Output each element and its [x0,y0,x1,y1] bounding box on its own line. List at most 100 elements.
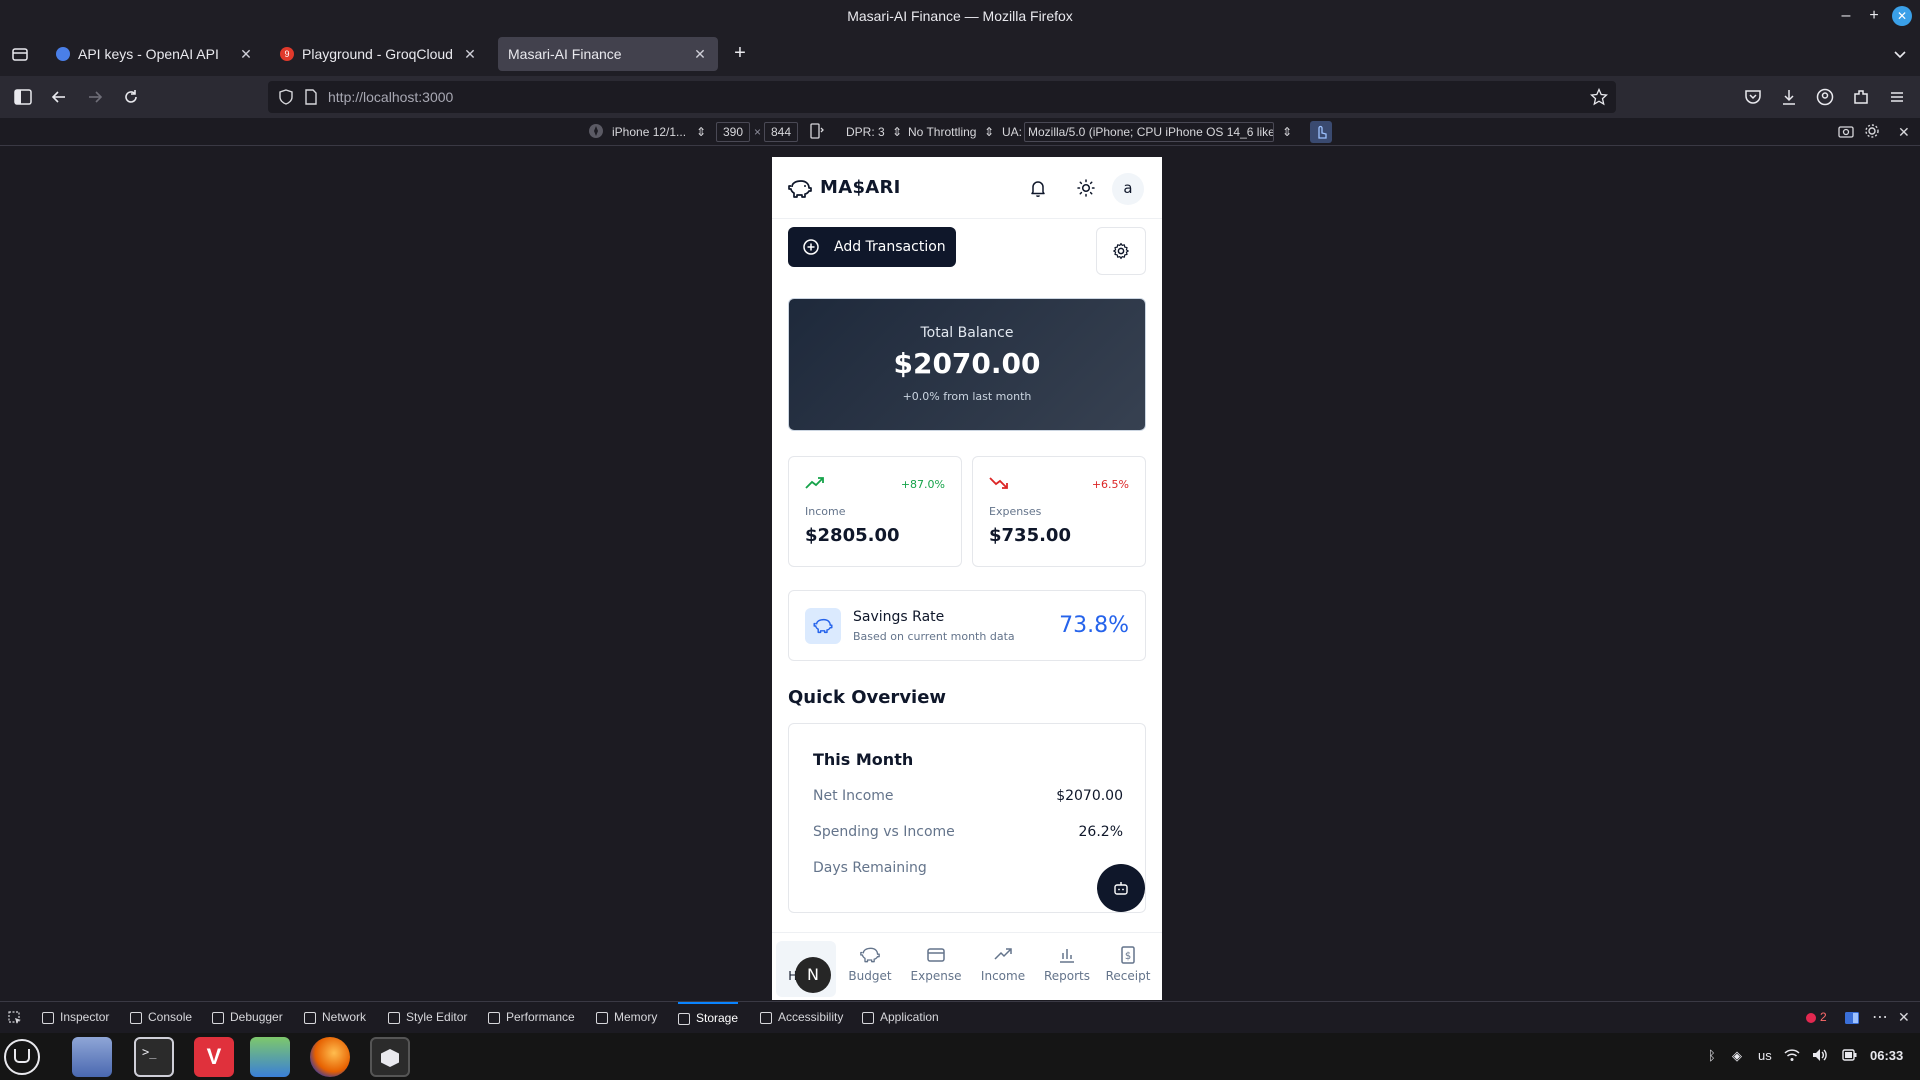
new-tab-icon[interactable]: + [730,43,750,63]
close-tab-icon[interactable]: ✕ [462,46,478,63]
overview-row: Spending vs Income 26.2% [813,824,1123,844]
nav-item-receipt[interactable]: $ Receipt [1098,941,1158,997]
back-icon[interactable] [48,86,70,108]
vivaldi-icon[interactable]: V [194,1037,234,1077]
tab-openai[interactable]: API keys - OpenAI API ✕ [46,37,264,71]
settings-button[interactable] [1096,227,1146,275]
close-window-icon[interactable]: ✕ [1892,6,1912,26]
more-options-icon[interactable]: ⋯ [1872,1002,1888,1033]
devtools-toolbar: Inspector Console Debugger Network Style… [0,1001,1920,1033]
next-dev-indicator-badge[interactable]: N [795,957,831,993]
close-tab-icon[interactable]: ✕ [238,46,254,63]
list-all-tabs-icon[interactable] [1890,44,1910,64]
brand-logo[interactable]: MA$ARI [820,177,901,198]
reload-icon[interactable] [120,86,142,108]
viewport-height-input[interactable]: 844 [764,122,798,142]
nav-item-home[interactable]: Home N [776,941,836,997]
account-icon[interactable] [1814,86,1836,108]
nav-item-budget[interactable]: Budget [840,941,900,997]
dpr-selector[interactable]: DPR: 3 [846,123,885,141]
keyboard-layout[interactable]: us [1758,1048,1772,1063]
dpr-caret-icon[interactable]: ⇕ [892,123,902,141]
downloads-icon[interactable] [1778,86,1800,108]
devtools-tab-memory[interactable]: Memory [596,1002,657,1033]
piggy-bank-icon [805,608,841,644]
tab-overview-icon[interactable] [10,44,30,64]
page-icon[interactable] [304,89,318,105]
savings-rate-subtitle: Based on current month data [853,630,1015,643]
viewport-width-input[interactable]: 390 [716,122,750,142]
trending-up-icon [805,477,824,489]
devtools-tab-console[interactable]: Console [130,1002,192,1033]
total-balance-change: +0.0% from last month [902,390,1032,403]
nav-item-income[interactable]: Income [973,941,1033,997]
maximize-icon[interactable]: + [1864,6,1884,26]
ua-caret-icon[interactable]: ⇕ [1282,123,1292,141]
mint-menu-icon[interactable] [4,1039,40,1075]
battery-icon[interactable] [1842,1048,1858,1062]
terminal-icon[interactable]: >_ [134,1037,174,1077]
forward-icon[interactable] [84,86,106,108]
layers-app-icon[interactable] [250,1037,290,1077]
devtools-tab-performance[interactable]: Performance [488,1002,575,1033]
ai-chat-button[interactable] [1097,864,1145,912]
pocket-icon[interactable] [1742,86,1764,108]
devtools-tab-application[interactable]: Application [862,1002,939,1033]
sun-theme-icon[interactable] [1076,178,1096,198]
add-transaction-button[interactable]: Add Transaction [788,227,956,267]
devtools-tab-debugger[interactable]: Debugger [212,1002,283,1033]
minimize-icon[interactable]: – [1836,6,1856,26]
element-picker-icon[interactable] [8,1002,22,1033]
file-manager-icon[interactable] [72,1037,112,1077]
nav-item-expense[interactable]: Expense [906,941,966,997]
avatar[interactable]: a [1112,173,1144,205]
bluetooth-icon[interactable]: ᛒ [1708,1048,1716,1063]
volume-icon[interactable] [1812,1048,1828,1062]
close-tab-icon[interactable]: ✕ [692,46,708,63]
devtools-tab-style-editor[interactable]: Style Editor [388,1002,467,1033]
bookmark-star-icon[interactable] [1590,88,1608,106]
device-selector[interactable]: iPhone 12/1... [612,123,686,141]
touch-simulation-icon[interactable] [1310,121,1332,143]
devtools-tab-accessibility[interactable]: Accessibility [760,1002,843,1033]
url-bar[interactable]: http://localhost:3000 [268,81,1616,113]
rotate-icon[interactable] [810,123,824,141]
devtools-tab-label: Style Editor [406,1010,468,1024]
shield-tray-icon[interactable]: ◈ [1732,1048,1742,1064]
shield-icon[interactable] [278,89,294,105]
close-rdm-icon[interactable]: ✕ [1898,123,1910,141]
expenses-card: +6.5% Expenses $735.00 [972,456,1146,567]
bell-icon[interactable] [1028,178,1048,198]
app-box-icon[interactable] [370,1037,410,1077]
throttling-caret-icon[interactable]: ⇕ [984,123,994,141]
nav-item-reports[interactable]: Reports [1037,941,1097,997]
user-agent-input[interactable]: Mozilla/5.0 (iPhone; CPU iPhone OS 14_6 … [1024,122,1274,142]
dock-side-icon[interactable] [1844,1002,1860,1033]
sidebar-toggle-icon[interactable] [12,86,34,108]
devtools-tab-label: Accessibility [778,1010,844,1024]
overview-row-label: Net Income [813,788,894,804]
url-text[interactable]: http://localhost:3000 [328,89,453,105]
clock[interactable]: 06:33 [1870,1048,1903,1063]
menu-hamburger-icon[interactable] [1886,86,1908,108]
device-selector-caret-icon[interactable]: ⇕ [696,123,706,141]
settings-gear-icon[interactable] [1864,123,1880,141]
style-editor-icon [388,1011,400,1024]
screenshot-icon[interactable] [1838,123,1854,141]
wifi-icon[interactable] [1784,1048,1800,1062]
extensions-icon[interactable] [1850,86,1872,108]
piggy-bank-logo-icon [788,179,812,199]
tab-masari[interactable]: Masari-AI Finance ✕ [498,37,718,71]
devtools-tab-storage[interactable]: Storage [678,1002,739,1033]
close-devtools-icon[interactable]: ✕ [1898,1002,1910,1033]
throttling-selector[interactable]: No Throttling [908,123,976,141]
tab-groqcloud[interactable]: 9 Playground - GroqCloud ✕ [270,37,488,71]
trending-down-icon [989,477,1008,489]
error-count-badge[interactable]: 2 [1806,1002,1827,1033]
devtools-tab-network[interactable]: Network [304,1002,366,1033]
window-title: Masari-AI Finance — Mozilla Firefox [847,8,1073,24]
devtools-tab-inspector[interactable]: Inspector [42,1002,109,1033]
firefox-icon[interactable] [310,1037,350,1077]
income-change-pct: +87.0% [900,478,945,491]
dimension-separator: × [754,125,762,139]
